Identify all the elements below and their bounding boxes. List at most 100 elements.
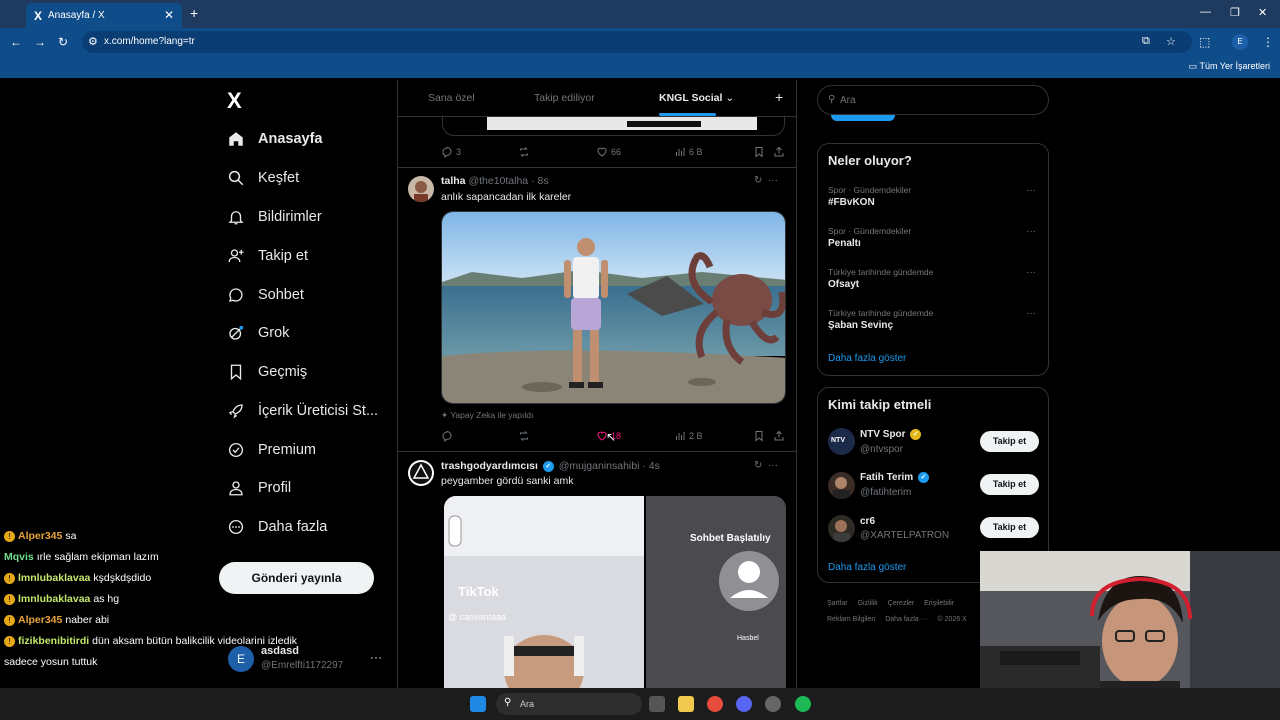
- sidebar-item-chat[interactable]: Sohbet: [226, 280, 304, 310]
- footer-link[interactable]: Reklam Bilgileri: [827, 616, 875, 623]
- trend-item[interactable]: Ofsayt: [828, 279, 859, 290]
- sidebar-item-home[interactable]: Anasayfa: [226, 124, 322, 154]
- profile-avatar[interactable]: E: [1232, 34, 1248, 50]
- spotify-icon[interactable]: [795, 696, 811, 712]
- taskbar-search[interactable]: ⚲ Ara: [496, 693, 642, 715]
- add-tab-icon[interactable]: +: [775, 89, 783, 105]
- tweet-video[interactable]: TikTok @ canvantaaa Sohbet Başlatılıy Ha…: [444, 496, 786, 688]
- footer-link[interactable]: Daha fazla ···: [885, 616, 927, 623]
- more-icon[interactable]: ···: [370, 650, 382, 664]
- steam-icon[interactable]: [765, 696, 781, 712]
- more-icon[interactable]: ···: [1026, 226, 1036, 237]
- tweet-actions: 3 66 6 B: [441, 146, 786, 162]
- subscribe-button-edge[interactable]: [831, 115, 895, 121]
- tweet-image[interactable]: [441, 211, 786, 404]
- trend-item[interactable]: #FBvKON: [828, 197, 875, 208]
- tab-for-you[interactable]: Sana özel: [428, 92, 475, 104]
- sidebar-item-bookmarks[interactable]: Geçmiş: [226, 357, 307, 387]
- more-icon[interactable]: ···: [1026, 185, 1036, 196]
- sidebar-item-explore[interactable]: Keşfet: [226, 163, 299, 193]
- views-button[interactable]: 2 B: [674, 430, 703, 442]
- follow-button[interactable]: Takip et: [980, 517, 1039, 538]
- sidebar-item-premium[interactable]: Premium: [226, 435, 316, 465]
- like-button[interactable]: 66: [596, 146, 621, 158]
- avatar[interactable]: [828, 515, 855, 542]
- retweet-button[interactable]: [518, 146, 530, 158]
- sidebar-item-label: Bildirimler: [258, 209, 322, 225]
- sidebar-item-profile[interactable]: Profil: [226, 473, 291, 503]
- tweet-options[interactable]: ↻ ···: [754, 460, 778, 471]
- bookmark-star-icon[interactable]: ☆: [1166, 35, 1176, 48]
- back-icon[interactable]: ←: [10, 35, 22, 49]
- views-button[interactable]: 6 B: [674, 146, 703, 158]
- chrome-icon[interactable]: [707, 696, 723, 712]
- tab-following[interactable]: Takip ediliyor: [534, 92, 595, 104]
- browser-menu-icon[interactable]: ⋮: [1262, 35, 1274, 49]
- show-more-link[interactable]: Daha fazla göster: [828, 562, 906, 573]
- sidebar-item-notifications[interactable]: Bildirimler: [226, 202, 322, 232]
- search-input[interactable]: ⚲ Ara: [817, 85, 1049, 115]
- browser-tab[interactable]: X Anasayfa / X ✕: [26, 3, 182, 28]
- bookmark-button[interactable]: [753, 146, 765, 158]
- tweet-author[interactable]: talha @the10talha · 8s: [441, 175, 549, 187]
- avatar[interactable]: NTV: [828, 428, 855, 455]
- more-icon[interactable]: ···: [1026, 308, 1036, 319]
- avatar[interactable]: [408, 460, 434, 486]
- tab-close-icon[interactable]: ✕: [164, 8, 174, 22]
- reload-icon[interactable]: ↻: [58, 35, 68, 49]
- bookmark-button[interactable]: [753, 430, 765, 442]
- tiktok-watermark: TikTok: [458, 584, 499, 599]
- reply-button[interactable]: [441, 430, 453, 442]
- more-icon[interactable]: ···: [768, 460, 778, 471]
- extensions-icon[interactable]: ⬚: [1199, 35, 1210, 49]
- site-info-icon[interactable]: ⚙: [88, 35, 98, 48]
- sidebar-item-creator-studio[interactable]: İçerik Üreticisi St...: [226, 396, 378, 426]
- follow-button[interactable]: Takip et: [980, 431, 1039, 452]
- avatar[interactable]: [408, 176, 434, 202]
- more-icon[interactable]: ···: [1026, 267, 1036, 278]
- task-view-icon[interactable]: [649, 696, 665, 712]
- author-handle: @mujganinsahibi: [558, 460, 640, 472]
- window-close-icon[interactable]: ✕: [1258, 6, 1267, 19]
- new-tab-icon[interactable]: +: [190, 5, 198, 21]
- cast-icon[interactable]: ⧉: [1142, 35, 1150, 48]
- sidebar-item-follow[interactable]: Takip et: [226, 241, 308, 271]
- sidebar-item-grok[interactable]: Grok: [226, 318, 289, 348]
- minimize-icon[interactable]: —: [1200, 6, 1211, 18]
- more-icon[interactable]: ···: [768, 175, 778, 186]
- maximize-icon[interactable]: ❐: [1230, 6, 1240, 19]
- reply-button[interactable]: 3: [441, 146, 461, 158]
- trend-item[interactable]: Şaban Sevinç: [828, 320, 893, 331]
- trend-category: Spor · Gündemdekiler: [828, 185, 912, 195]
- x-logo[interactable]: X: [227, 88, 242, 114]
- share-button[interactable]: [773, 146, 785, 158]
- tweet-author[interactable]: trashgodyardımcısı ✓ @mujganinsahibi · 4…: [441, 460, 660, 472]
- tweet-options[interactable]: ↻ ···: [754, 175, 778, 186]
- avatar[interactable]: [828, 472, 855, 499]
- retweet-button[interactable]: [518, 430, 530, 442]
- chat-message: sadece yosun tuttuk: [4, 654, 344, 675]
- address-bar[interactable]: ⚙ x.com/home?lang=tr ⧉ ☆: [82, 31, 1192, 53]
- suggested-account-name[interactable]: Fatih Terim ✓: [860, 472, 931, 483]
- footer-link[interactable]: Gizlilik: [858, 600, 878, 607]
- file-explorer-icon[interactable]: [678, 696, 694, 712]
- windows-start-icon[interactable]: [470, 696, 486, 712]
- trend-category: Türkiye tarihinde gündemde: [828, 308, 934, 318]
- discord-icon[interactable]: [736, 696, 752, 712]
- suggested-account-name[interactable]: cr6: [860, 516, 875, 527]
- share-button[interactable]: [773, 430, 785, 442]
- grok-icon[interactable]: ↻: [754, 175, 762, 186]
- suggested-account-name[interactable]: NTV Spor ✓: [860, 429, 923, 440]
- footer-link[interactable]: Şartlar: [827, 600, 848, 607]
- tab-kngl-social[interactable]: KNGL Social ⌄: [659, 92, 734, 104]
- show-more-link[interactable]: Daha fazla göster: [828, 353, 906, 364]
- forward-icon[interactable]: →: [34, 35, 46, 49]
- follow-button[interactable]: Takip et: [980, 474, 1039, 495]
- grok-icon[interactable]: ↻: [754, 460, 762, 471]
- trend-item[interactable]: Penaltı: [828, 238, 861, 249]
- rocket-icon: [226, 401, 246, 421]
- footer-link[interactable]: Erişilebilir: [924, 600, 954, 607]
- footer-link[interactable]: Çerezler: [888, 600, 914, 607]
- all-bookmarks-button[interactable]: ▭ Tüm Yer İşaretleri: [1189, 61, 1270, 72]
- chat-username: Alper345: [18, 614, 63, 626]
